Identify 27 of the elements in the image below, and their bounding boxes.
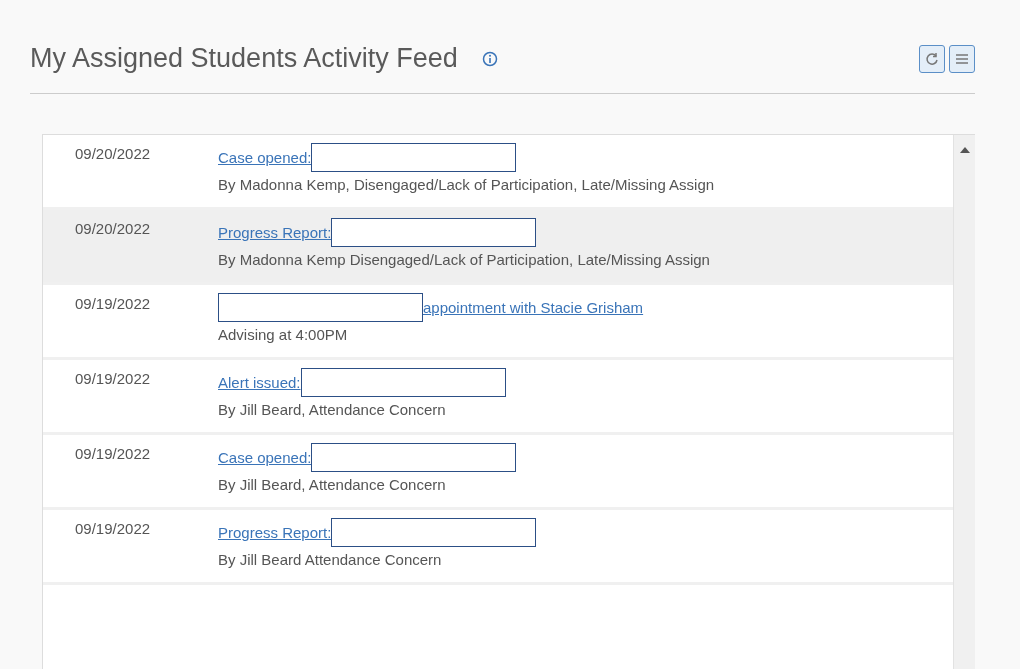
panel-title: My Assigned Students Activity Feed	[30, 42, 458, 75]
activity-detail: By Jill Beard, Attendance Concern	[218, 475, 447, 495]
refresh-button[interactable]	[919, 44, 945, 73]
activity-link[interactable]: Case opened:	[218, 149, 312, 166]
activity-date: 09/19/2022	[74, 519, 152, 539]
activity-detail: By Jill Beard, Attendance Concern	[218, 400, 447, 420]
activity-date: 09/19/2022	[74, 294, 152, 314]
activity-date: 09/20/2022	[74, 219, 152, 239]
menu-button[interactable]	[949, 44, 975, 73]
scroll-up-icon[interactable]	[959, 147, 970, 153]
activity-date: 09/20/2022	[74, 144, 152, 164]
activity-link[interactable]: Progress Report:	[218, 524, 332, 541]
activity-link[interactable]: appointment with Stacie Grisham	[423, 299, 644, 316]
activity-detail: By Jill Beard Attendance Concern	[218, 550, 443, 570]
activity-detail: By Madonna Kemp, Disengaged/Lack of Participation, Late/Missing Assign	[218, 175, 716, 195]
feed-row[interactable]: 09/20/2022 Progress Report: By Madonna Kemp Disengaged/Lack of Participation, Late/Missing Assign	[43, 210, 953, 285]
activity-link[interactable]: Progress Report:	[218, 224, 332, 241]
activity-link[interactable]: Alert issued:	[218, 374, 301, 391]
activity-date: 09/19/2022	[74, 369, 152, 389]
activity-date: 09/19/2022	[74, 444, 152, 464]
activity-link[interactable]: Case opened:	[218, 449, 312, 466]
activity-detail: Advising at 4:00PM	[218, 325, 349, 345]
scrollbar[interactable]	[953, 135, 975, 669]
activity-detail: By Madonna Kemp Disengaged/Lack of Participation, Late/Missing Assign	[218, 250, 711, 270]
info-icon[interactable]	[481, 50, 498, 67]
menu-icon	[956, 53, 968, 64]
refresh-icon	[925, 51, 939, 66]
